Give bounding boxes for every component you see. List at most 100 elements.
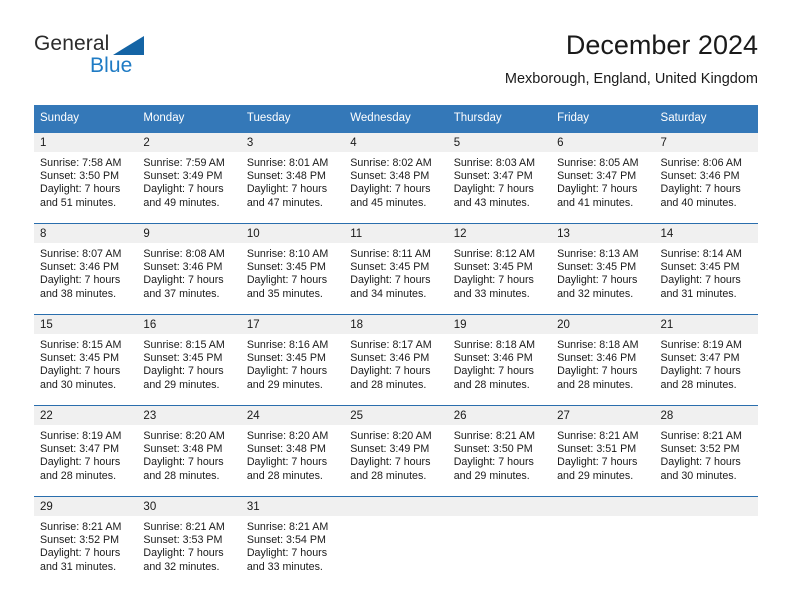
- calendar-day-cell[interactable]: 10 Sunrise: 8:10 AM Sunset: 3:45 PM Dayligh…: [240, 223, 345, 315]
- calendar-day-cell[interactable]: 4 Sunrise: 8:02 AM Sunset: 3:48 PM Daylight…: [344, 133, 448, 224]
- daylight-text-line1: Daylight: 7 hours: [453, 274, 534, 287]
- daylight-text-line1: Daylight: 7 hours: [557, 456, 638, 469]
- calendar-day-cell[interactable]: 16 Sunrise: 8:15 AM Sunset: 3:45 PM Dayligh…: [137, 314, 241, 406]
- daylight-text-line1: Daylight: 7 hours: [40, 365, 121, 378]
- day-number: 7: [654, 133, 758, 152]
- weekday-header-monday: Monday: [137, 105, 241, 133]
- daylight-text-line2: and 32 minutes.: [557, 287, 634, 300]
- calendar-day-cell[interactable]: 22 Sunrise: 8:19 AM Sunset: 3:47 PM Dayligh…: [34, 405, 138, 497]
- calendar-day-cell[interactable]: 13 Sunrise: 8:13 AM Sunset: 3:45 PM Dayligh…: [551, 223, 655, 315]
- daylight-text-line1: Daylight: 7 hours: [40, 274, 121, 287]
- day-number: [344, 497, 448, 516]
- day-details: Sunrise: 8:15 AM Sunset: 3:45 PM Daylight:…: [137, 334, 240, 392]
- day-number: 19: [447, 315, 552, 334]
- sunset-text: Sunset: 3:46 PM: [660, 170, 740, 183]
- day-number: 2: [137, 133, 241, 152]
- sunset-text: Sunset: 3:49 PM: [143, 170, 223, 183]
- calendar-day-cell[interactable]: 31 Sunrise: 8:21 AM Sunset: 3:54 PM Dayligh…: [240, 496, 345, 587]
- sunrise-text: Sunrise: 8:08 AM: [143, 248, 225, 260]
- sunrise-text: Sunrise: 8:20 AM: [246, 430, 329, 442]
- sunset-text: Sunset: 3:46 PM: [143, 261, 223, 274]
- daylight-text-line1: Daylight: 7 hours: [40, 183, 121, 196]
- general-blue-logo[interactable]: General Blue: [34, 32, 254, 92]
- calendar-day-cell[interactable]: 26 Sunrise: 8:21 AM Sunset: 3:50 PM Dayligh…: [447, 405, 552, 497]
- daylight-text-line1: Daylight: 7 hours: [453, 365, 534, 378]
- sunset-text: Sunset: 3:45 PM: [557, 261, 637, 274]
- day-number: 17: [240, 315, 345, 334]
- day-details: Sunrise: 8:18 AM Sunset: 3:46 PM Daylight:…: [448, 334, 551, 392]
- daylight-text-line2: and 43 minutes.: [453, 196, 530, 209]
- day-details: Sunrise: 8:15 AM Sunset: 3:45 PM Daylight:…: [34, 334, 137, 392]
- calendar-day-cell[interactable]: 15 Sunrise: 8:15 AM Sunset: 3:45 PM Dayligh…: [34, 314, 138, 406]
- day-details: Sunrise: 8:19 AM Sunset: 3:47 PM Daylight:…: [34, 425, 137, 483]
- calendar-day-cell[interactable]: 30 Sunrise: 8:21 AM Sunset: 3:53 PM Dayligh…: [137, 496, 241, 587]
- calendar-day-cell-empty: [447, 496, 552, 587]
- sunrise-text: Sunrise: 8:20 AM: [350, 430, 432, 442]
- daylight-text-line1: Daylight: 7 hours: [246, 456, 328, 469]
- daylight-text-line2: and 47 minutes.: [246, 196, 323, 209]
- sunset-text: Sunset: 3:45 PM: [453, 261, 533, 274]
- calendar-day-cell[interactable]: 2 Sunrise: 7:59 AM Sunset: 3:49 PM Daylight…: [137, 133, 241, 224]
- calendar-day-cell[interactable]: 24 Sunrise: 8:20 AM Sunset: 3:48 PM Dayligh…: [240, 405, 345, 497]
- daylight-text-line1: Daylight: 7 hours: [350, 456, 431, 469]
- daylight-text-line2: and 29 minutes.: [453, 469, 530, 482]
- day-details: Sunrise: 8:21 AM Sunset: 3:52 PM Daylight:…: [34, 516, 137, 574]
- calendar-day-cell[interactable]: 23 Sunrise: 8:20 AM Sunset: 3:48 PM Dayligh…: [137, 405, 241, 497]
- calendar-day-cell[interactable]: 27 Sunrise: 8:21 AM Sunset: 3:51 PM Dayligh…: [551, 405, 655, 497]
- sunset-text: Sunset: 3:49 PM: [350, 443, 430, 456]
- calendar-day-cell[interactable]: 3 Sunrise: 8:01 AM Sunset: 3:48 PM Daylight…: [240, 133, 345, 224]
- calendar-day-cell[interactable]: 7 Sunrise: 8:06 AM Sunset: 3:46 PM Daylight…: [654, 133, 758, 224]
- sunrise-text: Sunrise: 8:05 AM: [557, 157, 639, 169]
- day-details: Sunrise: 8:13 AM Sunset: 3:45 PM Daylight:…: [551, 243, 654, 301]
- calendar-day-cell[interactable]: 28 Sunrise: 8:21 AM Sunset: 3:52 PM Dayligh…: [654, 405, 758, 497]
- sunrise-text: Sunrise: 8:06 AM: [660, 157, 742, 169]
- month-calendar: Sunday Monday Tuesday Wednesday Thursday…: [34, 105, 758, 587]
- sunset-text: Sunset: 3:45 PM: [660, 261, 740, 274]
- calendar-day-cell[interactable]: 6 Sunrise: 8:05 AM Sunset: 3:47 PM Daylight…: [551, 133, 655, 224]
- sunset-text: Sunset: 3:48 PM: [350, 170, 430, 183]
- day-number: 25: [344, 406, 448, 425]
- calendar-day-cell[interactable]: 29 Sunrise: 8:21 AM Sunset: 3:52 PM Dayligh…: [34, 496, 138, 587]
- calendar-day-cell[interactable]: 18 Sunrise: 8:17 AM Sunset: 3:46 PM Dayligh…: [344, 314, 448, 406]
- calendar-day-cell[interactable]: 5 Sunrise: 8:03 AM Sunset: 3:47 PM Daylight…: [447, 133, 552, 224]
- calendar-day-cell[interactable]: 1 Sunrise: 7:58 AM Sunset: 3:50 PM Daylight…: [34, 133, 138, 224]
- calendar-day-cell[interactable]: 14 Sunrise: 8:14 AM Sunset: 3:45 PM Dayligh…: [654, 223, 758, 315]
- calendar-day-cell[interactable]: 11 Sunrise: 8:11 AM Sunset: 3:45 PM Dayligh…: [344, 223, 448, 315]
- daylight-text-line2: and 28 minutes.: [350, 378, 427, 391]
- logo-text-blue: Blue: [90, 54, 133, 77]
- daylight-text-line2: and 45 minutes.: [350, 196, 427, 209]
- calendar-day-cell[interactable]: 19 Sunrise: 8:18 AM Sunset: 3:46 PM Dayligh…: [447, 314, 552, 406]
- day-number: 27: [551, 406, 655, 425]
- weekday-header-saturday: Saturday: [654, 105, 758, 133]
- calendar-day-cell[interactable]: 20 Sunrise: 8:18 AM Sunset: 3:46 PM Dayligh…: [551, 314, 655, 406]
- calendar-day-cell[interactable]: 12 Sunrise: 8:12 AM Sunset: 3:45 PM Dayligh…: [447, 223, 552, 315]
- day-details: [551, 516, 654, 521]
- daylight-text-line2: and 28 minutes.: [350, 469, 427, 482]
- calendar-week-row: 29 Sunrise: 8:21 AM Sunset: 3:52 PM Dayligh…: [34, 496, 758, 587]
- sunrise-text: Sunrise: 8:03 AM: [453, 157, 536, 169]
- day-number: 15: [34, 315, 138, 334]
- calendar-day-cell[interactable]: 25 Sunrise: 8:20 AM Sunset: 3:49 PM Dayligh…: [344, 405, 448, 497]
- daylight-text-line2: and 49 minutes.: [143, 196, 220, 209]
- day-number: 8: [34, 224, 138, 243]
- day-details: Sunrise: 8:20 AM Sunset: 3:48 PM Daylight:…: [137, 425, 240, 483]
- day-number: 12: [447, 224, 552, 243]
- sunset-text: Sunset: 3:47 PM: [40, 443, 120, 456]
- day-number: 10: [240, 224, 345, 243]
- logo-triangle-icon: [113, 36, 144, 55]
- sunset-text: Sunset: 3:47 PM: [557, 170, 637, 183]
- day-number: 4: [344, 133, 448, 152]
- calendar-day-cell[interactable]: 9 Sunrise: 8:08 AM Sunset: 3:46 PM Daylight…: [137, 223, 241, 315]
- sunrise-text: Sunrise: 8:19 AM: [660, 339, 742, 351]
- calendar-day-cell[interactable]: 8 Sunrise: 8:07 AM Sunset: 3:46 PM Daylight…: [34, 223, 138, 315]
- calendar-day-cell[interactable]: 17 Sunrise: 8:16 AM Sunset: 3:45 PM Dayligh…: [240, 314, 345, 406]
- sunset-text: Sunset: 3:46 PM: [40, 261, 120, 274]
- sunrise-text: Sunrise: 8:01 AM: [246, 157, 329, 169]
- daylight-text-line2: and 31 minutes.: [40, 560, 117, 573]
- sunset-text: Sunset: 3:51 PM: [557, 443, 637, 456]
- weekday-header-tuesday: Tuesday: [240, 105, 345, 133]
- sunset-text: Sunset: 3:47 PM: [453, 170, 533, 183]
- daylight-text-line2: and 30 minutes.: [660, 469, 737, 482]
- calendar-day-cell[interactable]: 21 Sunrise: 8:19 AM Sunset: 3:47 PM Dayligh…: [654, 314, 758, 406]
- daylight-text-line2: and 30 minutes.: [40, 378, 117, 391]
